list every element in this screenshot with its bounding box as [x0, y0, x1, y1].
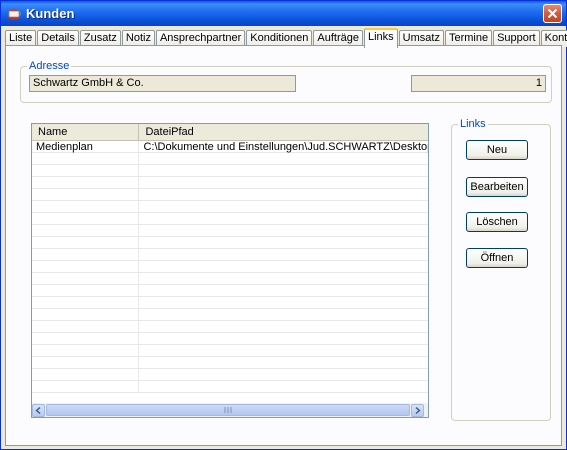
app-cup-icon	[6, 6, 22, 22]
tab-strip: Liste Details Zusatz Notiz Ansprechpartn…	[5, 28, 567, 48]
address-legend: Adresse	[27, 60, 72, 72]
empty-cell	[32, 285, 140, 297]
open-link-button[interactable]: Öffnen	[466, 248, 528, 268]
empty-cell	[32, 201, 140, 213]
link-path-cell: C:\Dokumente und Einstellungen\Jud.SCHWA…	[143, 141, 428, 153]
empty-row	[32, 261, 428, 273]
empty-cell	[139, 273, 428, 285]
empty-cell	[32, 213, 140, 225]
title-bar[interactable]: Kunden	[1, 1, 566, 26]
empty-row	[32, 189, 428, 201]
empty-row	[32, 165, 428, 177]
new-link-button[interactable]: Neu	[466, 140, 528, 160]
empty-cell	[32, 369, 140, 381]
empty-cell	[139, 177, 428, 189]
empty-row	[32, 237, 428, 249]
delete-link-button[interactable]: Löschen	[466, 212, 528, 232]
empty-cell	[32, 189, 140, 201]
customer-window: Kunden Liste Details Zusatz Notiz Anspre…	[0, 0, 567, 450]
empty-cell	[139, 333, 428, 345]
links-actions-group: Links Neu Bearbeiten Löschen Öffnen	[451, 118, 551, 421]
empty-cell	[139, 285, 428, 297]
empty-cell	[32, 153, 140, 165]
close-button[interactable]	[543, 4, 562, 23]
empty-cell	[32, 297, 140, 309]
horizontal-scrollbar[interactable]	[32, 403, 428, 417]
empty-row	[32, 369, 428, 381]
window-title: Kunden	[26, 6, 75, 21]
empty-row	[32, 225, 428, 237]
empty-cell	[139, 345, 428, 357]
close-icon	[547, 8, 558, 19]
tab-links[interactable]: Links	[363, 28, 398, 48]
empty-cell	[139, 153, 428, 165]
empty-row	[32, 321, 428, 333]
empty-row	[32, 345, 428, 357]
table-row[interactable]: Medienplan C:\Dokumente und Einstellunge…	[32, 141, 428, 153]
empty-cell	[139, 309, 428, 321]
empty-cell	[139, 237, 428, 249]
empty-cell	[139, 261, 428, 273]
links-table[interactable]: Name DateiPfad Medienplan C:\Dokumente u…	[31, 123, 429, 418]
scroll-grip-icon	[224, 407, 232, 413]
empty-cell	[139, 165, 428, 177]
empty-cell	[139, 213, 428, 225]
empty-cell	[139, 381, 428, 393]
links-legend: Links	[458, 118, 488, 130]
empty-cell	[139, 321, 428, 333]
empty-cell	[139, 369, 428, 381]
empty-row	[32, 381, 428, 393]
empty-cell	[139, 297, 428, 309]
empty-row	[32, 201, 428, 213]
link-name-cell: Medienplan	[32, 141, 140, 153]
empty-row	[32, 309, 428, 321]
empty-row	[32, 333, 428, 345]
company-name-field: Schwartz GmbH & Co.	[29, 75, 296, 92]
empty-row	[32, 153, 428, 165]
address-group: Adresse Schwartz GmbH & Co. 1	[20, 60, 552, 103]
empty-cell	[32, 165, 140, 177]
empty-cell	[32, 177, 140, 189]
column-header-path[interactable]: DateiPfad	[139, 124, 428, 140]
empty-row	[32, 249, 428, 261]
empty-cell	[139, 189, 428, 201]
empty-cell	[32, 321, 140, 333]
empty-cell	[139, 225, 428, 237]
column-header-name[interactable]: Name	[32, 124, 140, 140]
empty-cell	[139, 201, 428, 213]
empty-cell	[32, 273, 140, 285]
links-tab-panel: Adresse Schwartz GmbH & Co. 1 Name Datei…	[5, 45, 562, 446]
empty-cell	[32, 225, 140, 237]
edit-link-button[interactable]: Bearbeiten	[466, 177, 528, 197]
empty-cell	[139, 249, 428, 261]
empty-cell	[32, 333, 140, 345]
empty-row	[32, 177, 428, 189]
table-body: Medienplan C:\Dokumente und Einstellunge…	[32, 141, 428, 393]
scroll-thumb[interactable]	[46, 404, 410, 416]
customer-number-field: 1	[411, 75, 546, 92]
empty-cell	[139, 357, 428, 369]
empty-row	[32, 273, 428, 285]
empty-row	[32, 285, 428, 297]
scroll-left-button[interactable]	[32, 403, 45, 417]
empty-cell	[32, 261, 140, 273]
chevron-left-icon	[35, 406, 41, 414]
empty-cell	[32, 357, 140, 369]
empty-cell	[32, 249, 140, 261]
empty-cell	[32, 345, 140, 357]
scroll-right-button[interactable]	[411, 403, 424, 417]
empty-cell	[32, 381, 140, 393]
empty-row	[32, 213, 428, 225]
empty-cell	[32, 309, 140, 321]
table-header: Name DateiPfad	[32, 124, 428, 141]
empty-cell	[32, 237, 140, 249]
empty-row	[32, 297, 428, 309]
empty-row	[32, 357, 428, 369]
chevron-right-icon	[415, 406, 421, 414]
